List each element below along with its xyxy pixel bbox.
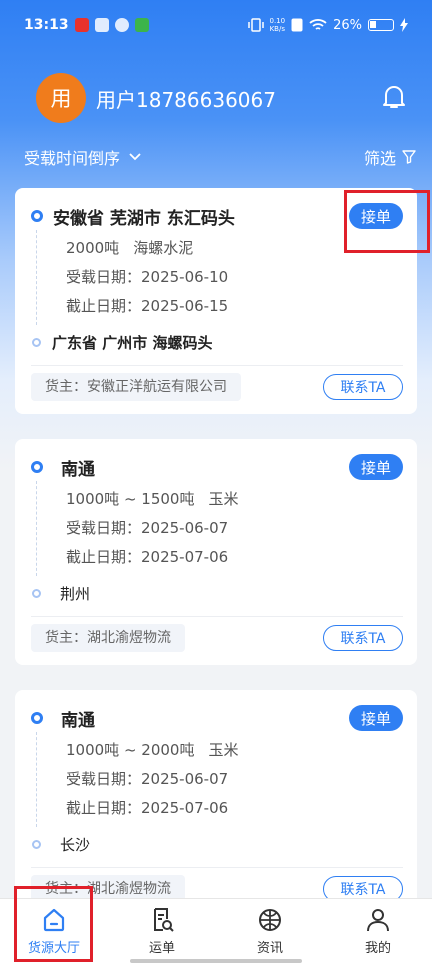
destination-dot-icon (32, 839, 41, 849)
order-card[interactable]: 南通 接单 1000吨 ~ 1500吨 玉米 受载日期：2025-06-07 截止… (15, 439, 417, 665)
origin-location: 南通 (61, 710, 95, 731)
speed-value: 0.10 (269, 17, 286, 25)
cargo-quantity: 1000吨 ~ 2000吨 (66, 741, 195, 759)
notification-app-icon (114, 18, 129, 32)
destination-location: 长沙 (60, 835, 91, 854)
vibrate-icon (247, 18, 264, 32)
filter-icon (402, 150, 416, 164)
user-name: 用户18786636067 (96, 87, 276, 112)
contact-button[interactable]: 联系TA (323, 625, 403, 651)
filter-button[interactable]: 筛选 (364, 145, 416, 169)
notification-app-icon (74, 18, 89, 32)
accept-order-button[interactable]: 接单 (349, 705, 403, 731)
order-card[interactable]: 南通 接单 1000吨 ~ 2000吨 玉米 受载日期：2025-06-07 截止… (15, 690, 417, 916)
tab-label: 运单 (148, 941, 175, 956)
origin-dot-icon (31, 210, 43, 222)
cargo-quantity: 1000吨 ~ 1500吨 (66, 490, 195, 508)
highlight-box-accept (344, 190, 430, 253)
destination-dot-icon (32, 588, 41, 598)
status-time: 13:13 (24, 17, 69, 33)
load-date: 受载日期：2025-06-07 (66, 519, 229, 537)
notification-app-icon (94, 18, 109, 32)
nfc-icon (291, 18, 303, 32)
news-icon (259, 909, 281, 931)
cargo-type: 玉米 (208, 741, 239, 759)
battery-percent: 26% (333, 17, 362, 33)
destination-dot-icon (32, 337, 41, 347)
end-date: 截止日期：2025-06-15 (66, 297, 229, 315)
tab-news[interactable]: 资讯 (216, 899, 324, 964)
cargo-quantity: 2000吨 (66, 239, 120, 257)
notification-app-icon (134, 18, 149, 32)
user-header: 用 用户18786636067 (36, 73, 276, 123)
wifi-icon (309, 19, 327, 30)
origin-dot-icon (31, 461, 43, 473)
sort-filter-bar: 受载时间倒序 筛选 (24, 145, 416, 169)
end-date: 截止日期：2025-07-06 (66, 799, 229, 817)
accept-order-button[interactable]: 接单 (349, 454, 403, 480)
sort-dropdown[interactable]: 受载时间倒序 (24, 145, 142, 169)
origin-dot-icon (31, 712, 43, 724)
origin-location: 南通 (61, 459, 95, 480)
sort-label: 受载时间倒序 (24, 149, 121, 168)
speed-unit: KB/s (269, 25, 285, 33)
load-date: 受载日期：2025-06-07 (66, 770, 229, 788)
filter-label: 筛选 (363, 149, 396, 168)
tab-label: 我的 (364, 941, 391, 956)
origin-location: 安徽省 芜湖市 东汇码头 (53, 208, 235, 229)
user-icon (367, 909, 389, 932)
charging-icon (400, 18, 408, 32)
cargo-info: 1000吨 ~ 2000吨 玉米 (66, 736, 403, 765)
chevron-down-icon (129, 153, 141, 161)
tab-mine[interactable]: 我的 (324, 899, 432, 964)
bell-icon[interactable] (382, 84, 406, 110)
highlight-box-tab (14, 886, 93, 962)
battery-icon (368, 19, 394, 31)
tab-waybill[interactable]: 运单 (108, 899, 216, 964)
cargo-owner: 货主：湖北渝煜物流 (31, 624, 185, 652)
tab-label: 资讯 (256, 941, 283, 956)
contact-button[interactable]: 联系TA (323, 374, 403, 400)
load-date: 受载日期：2025-06-10 (66, 268, 229, 286)
network-speed: 0.10 KB/s (270, 17, 286, 33)
destination-location: 广东省 广州市 海螺码头 (52, 333, 213, 352)
home-indicator[interactable] (130, 959, 302, 963)
avatar[interactable]: 用 (36, 73, 86, 123)
cargo-type: 海螺水泥 (133, 239, 194, 257)
cargo-info: 1000吨 ~ 1500吨 玉米 (66, 485, 403, 514)
end-date: 截止日期：2025-07-06 (66, 548, 229, 566)
cargo-type: 玉米 (208, 490, 239, 508)
cargo-owner: 货主：安徽正洋航运有限公司 (31, 373, 241, 401)
status-bar: 13:13 0.10 KB/s 26% (0, 0, 432, 50)
waybill-icon (154, 908, 174, 932)
destination-location: 荆州 (60, 584, 91, 603)
